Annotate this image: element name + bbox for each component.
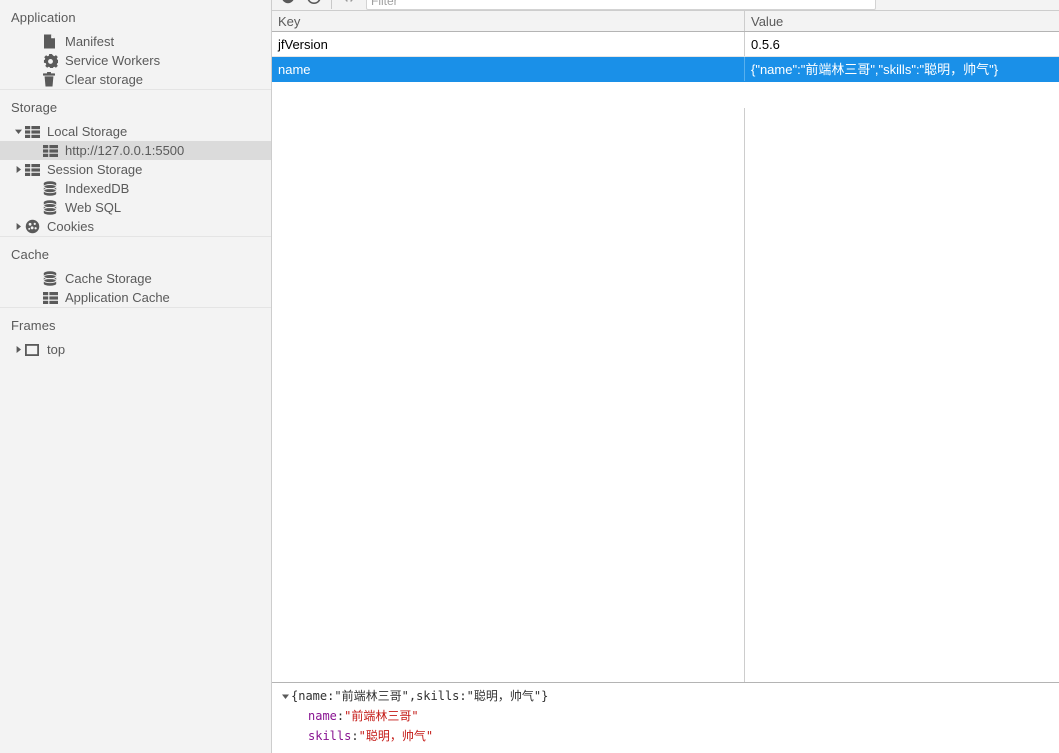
table-row[interactable]: name {"name":"前端林三哥","skills":"聪明，帅气"} [272,57,1059,82]
clear-circle-icon[interactable] [275,0,301,10]
preview-property-value: "前端林三哥" [344,709,419,723]
sidebar-item-service-workers[interactable]: Service Workers [0,51,271,70]
sidebar-section: Application Manifest Service Workers Clear … [0,0,271,89]
sidebar-section: Storage Local Storage http://127.0.0.1:550… [0,89,271,236]
sidebar-item-cookies[interactable]: Cookies [0,217,271,236]
sidebar-item-label: Web SQL [65,200,122,215]
preview-summary-prop2: skills [416,689,460,703]
preview-summary-line[interactable]: { name : "前端林三哥" , skills : "聪明，帅气" } [280,686,1059,706]
preview-property-row: name: "前端林三哥" [280,706,1059,726]
datagrid-header: Key Value [272,11,1059,32]
application-sidebar: Application Manifest Service Workers Clear … [0,0,272,753]
clear-storage-icon [43,72,60,87]
preview-open-brace: { [291,689,299,703]
table-icon [25,163,42,176]
sidebar-item-manifest[interactable]: Manifest [0,32,271,51]
sidebar-item-cache-storage[interactable]: Cache Storage [0,269,271,288]
sidebar-section: Cache Cache Storage Application Cache [0,236,271,307]
sidebar-item-top[interactable]: top [0,340,271,359]
sidebar-item-label: http://127.0.0.1:5500 [65,143,185,158]
sidebar-item-label: IndexedDB [65,181,130,196]
cell-value[interactable]: 0.5.6 [745,32,1059,56]
sidebar-item-label: Cache Storage [65,271,152,286]
sidebar-item-label: Clear storage [65,72,144,87]
chevron-right-icon[interactable] [12,345,24,354]
preview-property-name: name [308,709,337,723]
sidebar-section-title: Cache [11,247,50,262]
value-preview-panel: { name : "前端林三哥" , skills : "聪明，帅气" } na… [272,682,1059,753]
sidebar-item-indexeddb[interactable]: IndexedDB [0,179,271,198]
sidebar-item-label: Service Workers [65,53,161,68]
sidebar-item-label: Session Storage [47,162,143,177]
sidebar-section: Frames top [0,307,271,359]
delete-circle-icon[interactable] [301,0,327,10]
sidebar-item-label: top [47,342,66,357]
preview-property-row: skills: "聪明，帅气" [280,726,1059,746]
datagrid-empty-area [272,108,1059,682]
cell-key[interactable]: name [272,57,745,81]
chevron-right-icon[interactable] [12,222,24,231]
sidebar-section-title: Frames [11,318,56,333]
service-workers-icon [43,53,60,68]
column-header-key[interactable]: Key [272,11,745,31]
table-icon [25,125,42,138]
preview-property-value: "聪明，帅气" [358,729,434,743]
sidebar-section-title: Storage [11,100,58,115]
chevron-down-icon[interactable] [12,127,24,136]
preview-summary-prop1: name [298,689,328,703]
cell-key[interactable]: jfVersion [272,32,745,56]
table-row[interactable]: jfVersion 0.5.6 [272,32,1059,57]
preview-summary-val1: "前端林三哥" [334,689,409,703]
sidebar-item-web-sql[interactable]: Web SQL [0,198,271,217]
sidebar-item-label: Local Storage [47,124,128,139]
frame-icon [25,343,42,356]
sidebar-item-session-storage[interactable]: Session Storage [0,160,271,179]
storage-toolbar: Filter [272,0,1059,11]
sidebar-item-local-storage[interactable]: Local Storage [0,122,271,141]
preview-close-brace: } [541,689,549,703]
column-header-value[interactable]: Value [745,11,1059,31]
storage-datagrid: Key Value jfVersion 0.5.6 name {"name":"前端林… [272,11,1059,682]
preview-property-separator: : [351,729,359,743]
preview-summary-colon1: : [327,689,335,703]
manifest-icon [43,34,60,49]
sidebar-item-label: Application Cache [65,290,170,305]
preview-property-name: skills [308,729,352,743]
table-icon [43,144,60,157]
preview-property-separator: : [336,709,345,723]
toolbar-separator [331,0,332,9]
preview-summary-val2: "聪明，帅气" [466,689,542,703]
sidebar-item-clear-storage[interactable]: Clear storage [0,70,271,89]
chevron-right-icon[interactable] [12,165,24,174]
cookie-icon [25,219,42,234]
database-icon [43,200,60,215]
sidebar-section-title: Application [11,10,76,25]
preview-summary-colon2: : [459,689,467,703]
preview-summary-comma: , [408,689,417,703]
filter-input[interactable]: Filter [366,0,876,10]
storage-main-area: Filter Key Value jfVersion 0.5.6 name {"nam… [272,0,1059,753]
code-brackets-icon[interactable] [336,0,362,10]
devtools-application-panel: Application Manifest Service Workers Clear … [0,0,1059,753]
sidebar-item-application-cache[interactable]: Application Cache [0,288,271,307]
cell-value[interactable]: {"name":"前端林三哥","skills":"聪明，帅气"} [745,57,1059,81]
database-icon [43,271,60,286]
sidebar-item-label: Cookies [47,219,94,234]
database-icon [43,181,60,196]
sidebar-item-http-127-0-0-1-5500[interactable]: http://127.0.0.1:5500 [0,141,271,160]
table-icon [43,291,60,304]
chevron-down-icon[interactable] [280,692,291,701]
sidebar-item-label: Manifest [65,34,115,49]
